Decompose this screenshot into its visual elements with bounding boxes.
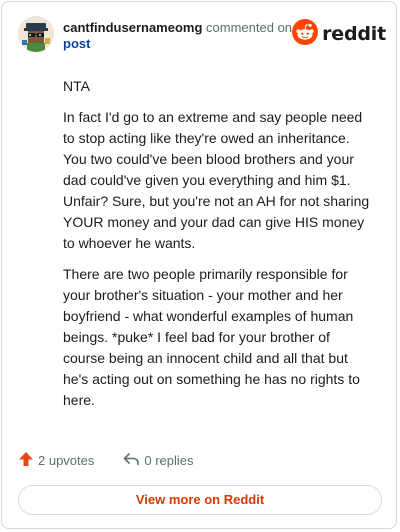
reply-arrow-icon xyxy=(122,451,140,470)
reddit-snoo-icon xyxy=(292,18,319,50)
upvote-label: 2 upvotes xyxy=(38,452,95,468)
reply-count[interactable]: 0 replies xyxy=(122,451,194,470)
avatar-image xyxy=(18,16,54,52)
upvote-arrow-icon xyxy=(18,451,34,470)
view-more-button[interactable]: View more on Reddit xyxy=(18,485,382,515)
comment-body: NTA In fact I'd go to an extreme and say… xyxy=(63,76,375,421)
reddit-brand[interactable]: reddit xyxy=(292,18,386,50)
author-line: cantfindusernameomg commented on xyxy=(63,20,292,36)
comment-paragraph: There are two people primarily responsib… xyxy=(63,266,360,408)
comment-embed-card: cantfindusernameomg commented on post re… xyxy=(1,1,397,529)
comment-paragraph: NTA xyxy=(63,78,90,94)
reply-label: 0 replies xyxy=(144,452,194,468)
reddit-wordmark: reddit xyxy=(322,23,386,45)
comment-header: cantfindusernameomg commented on post re… xyxy=(18,16,386,56)
comment-paragraph: In fact I'd go to an extreme and say peo… xyxy=(63,109,370,251)
avatar[interactable] xyxy=(18,16,54,52)
post-link[interactable]: post xyxy=(63,36,90,52)
author-name[interactable]: cantfindusernameomg xyxy=(63,20,202,35)
comment-action-text: commented on xyxy=(202,20,293,35)
comment-footer: 2 upvotes 0 replies xyxy=(18,449,194,471)
upvote-count[interactable]: 2 upvotes xyxy=(18,451,94,470)
